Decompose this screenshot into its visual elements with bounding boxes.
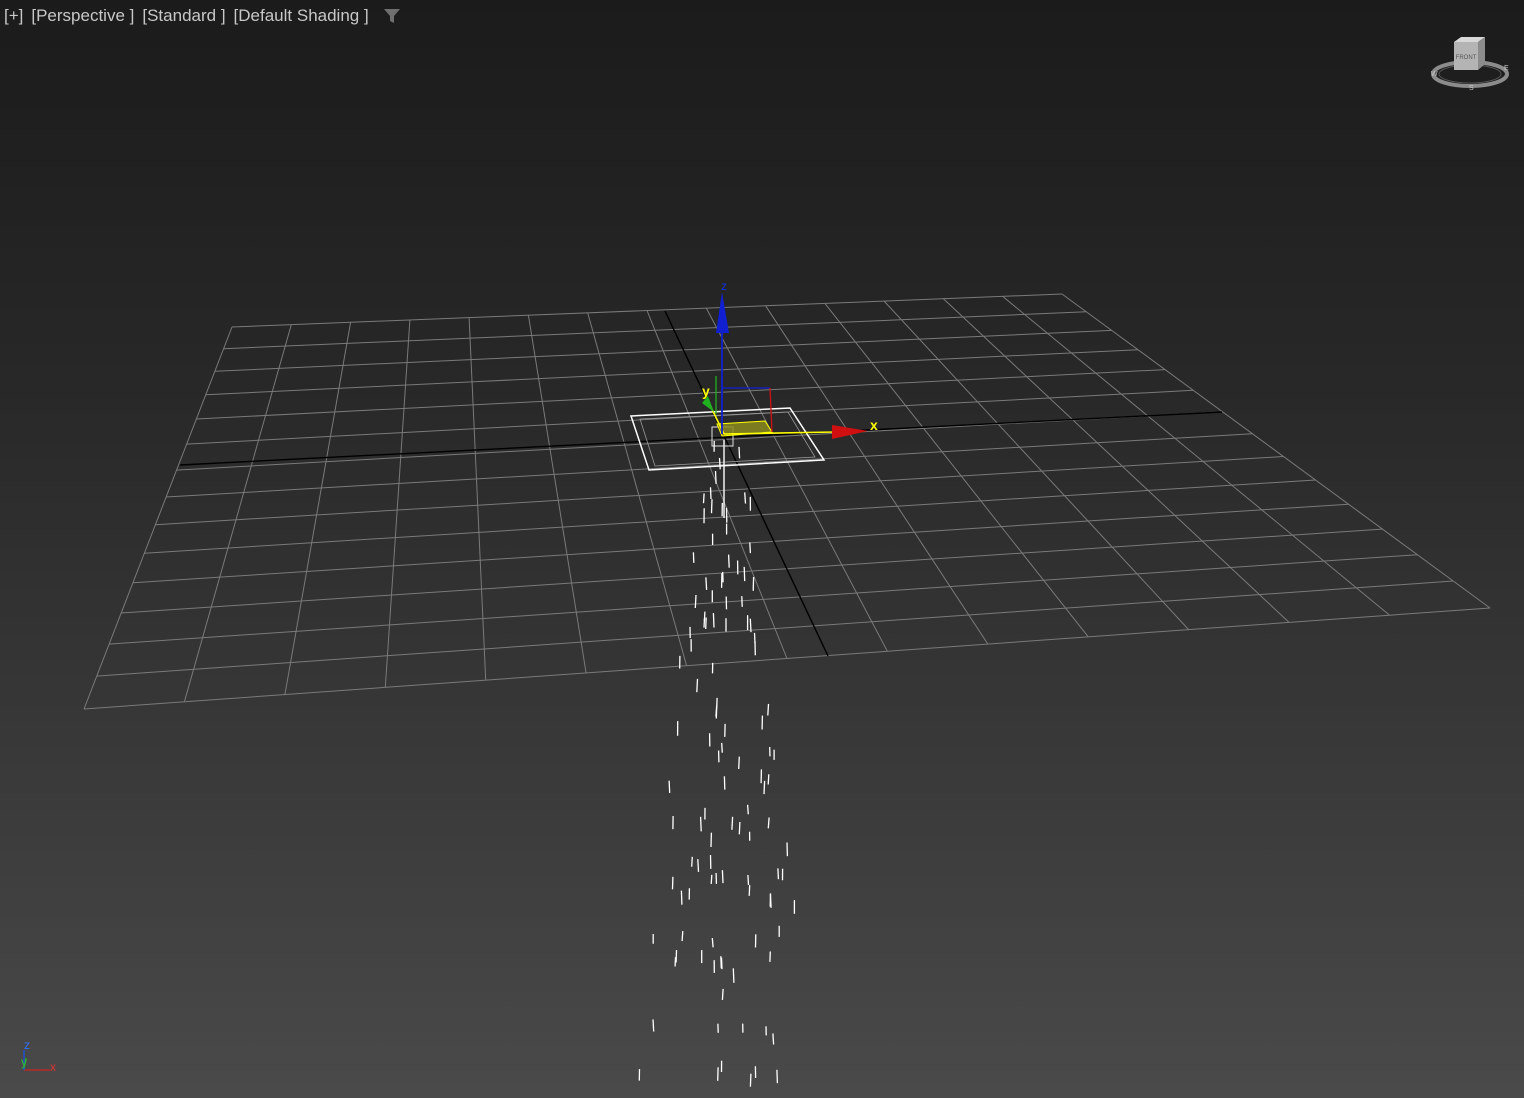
particle-streak <box>718 457 721 470</box>
grid-line <box>284 322 352 695</box>
grid-line <box>83 326 233 710</box>
particle-streak <box>747 874 750 886</box>
particle-streak <box>727 554 730 568</box>
particle-streak <box>705 577 708 590</box>
viewport-general-menu[interactable]: [+] <box>4 6 23 26</box>
particle-streak <box>652 1019 655 1032</box>
grid-line <box>943 298 1290 623</box>
grid-line <box>587 312 688 666</box>
grid-line <box>527 315 587 673</box>
particle-streak <box>738 821 741 835</box>
particle-streak <box>731 816 734 830</box>
particle-streak <box>732 968 735 983</box>
viewport-point-of-view-menu[interactable]: [Perspective ] <box>31 6 134 26</box>
viewcube-compass-south: S <box>1469 85 1474 92</box>
world-axis-tripod: z y x <box>21 1038 56 1074</box>
particle-streak <box>710 499 713 514</box>
gizmo-z-arrow-head[interactable] <box>716 292 729 333</box>
viewcube[interactable]: FRONT W E S <box>1428 34 1512 92</box>
particle-streak <box>691 856 693 867</box>
particle-streak <box>721 742 723 753</box>
particle-streak <box>738 446 741 459</box>
particle-streak <box>749 1073 752 1087</box>
particle-streak <box>772 1033 775 1045</box>
particle-spray <box>638 440 796 1087</box>
grid-line <box>468 317 487 681</box>
particle-streak <box>738 756 740 770</box>
viewport-render-mode-menu[interactable]: [Standard ] <box>142 6 225 26</box>
perspective-viewport[interactable]: x y z [+] [Perspective ] [Standard ] [De… <box>0 0 1524 1098</box>
gizmo-z-plane-line-b <box>769 387 773 433</box>
particle-streak <box>767 817 770 829</box>
particle-streak <box>681 931 684 942</box>
world-axis-y-label: y <box>21 1055 27 1069</box>
world-axis-z-label: z <box>24 1038 30 1052</box>
particle-streak <box>743 566 746 582</box>
particle-streak <box>721 870 724 884</box>
particle-streak <box>763 780 766 795</box>
particle-streak <box>749 618 752 633</box>
particle-streak <box>702 493 705 504</box>
particle-streak <box>767 774 770 785</box>
particle-streak <box>694 594 697 609</box>
viewcube-compass-east: E <box>1504 65 1509 72</box>
particle-streak <box>697 859 700 872</box>
particle-streak <box>668 780 671 794</box>
grid-line <box>1002 296 1390 616</box>
viewcube-front-label: FRONT <box>1456 55 1477 61</box>
gizmo-y-label: y <box>702 383 710 399</box>
viewcube-compass-west: W <box>1431 71 1438 78</box>
particle-streak <box>696 678 699 693</box>
particle-streak <box>749 542 752 554</box>
particle-streak <box>715 706 718 717</box>
grid-line <box>1061 293 1491 609</box>
home-grid-axes <box>179 310 1223 657</box>
particle-streak <box>776 1069 779 1084</box>
particle-streak <box>699 816 702 832</box>
grid-line <box>183 324 292 702</box>
particle-streak <box>714 470 717 484</box>
gizmo-z-label: z <box>721 279 727 293</box>
particle-streak <box>703 611 706 622</box>
particle-streak <box>720 957 723 970</box>
particle-streak <box>769 893 772 908</box>
particle-streak <box>710 874 713 884</box>
particle-streak <box>744 492 747 504</box>
viewport-label-bar: [+] [Perspective ] [Standard ] [Default … <box>4 5 401 27</box>
particle-streak <box>709 487 712 500</box>
world-axis-x-label: x <box>50 1060 56 1074</box>
particle-streak <box>680 890 683 905</box>
grid-line <box>824 303 1089 638</box>
gizmo-x-arrow-head[interactable] <box>832 425 868 439</box>
particle-streak <box>777 868 780 880</box>
particle-streak <box>711 937 714 948</box>
gizmo-x-label: x <box>870 417 878 433</box>
grid-line <box>705 307 888 652</box>
particle-streak <box>712 612 715 628</box>
scene-canvas[interactable]: x y z <box>0 0 1524 1098</box>
viewport-shading-menu[interactable]: [Default Shading ] <box>234 6 369 26</box>
filter-funnel-icon[interactable] <box>383 7 401 25</box>
particle-streak <box>705 617 707 630</box>
home-grid <box>83 293 1491 710</box>
particle-streak <box>721 988 724 1000</box>
particle-streak <box>746 804 749 815</box>
particle-streak <box>767 703 770 716</box>
grid-x-axis-line <box>179 411 1223 466</box>
viewcube-cube-side[interactable] <box>1478 37 1485 70</box>
grid-line <box>384 319 411 688</box>
particle-streak <box>748 885 751 896</box>
